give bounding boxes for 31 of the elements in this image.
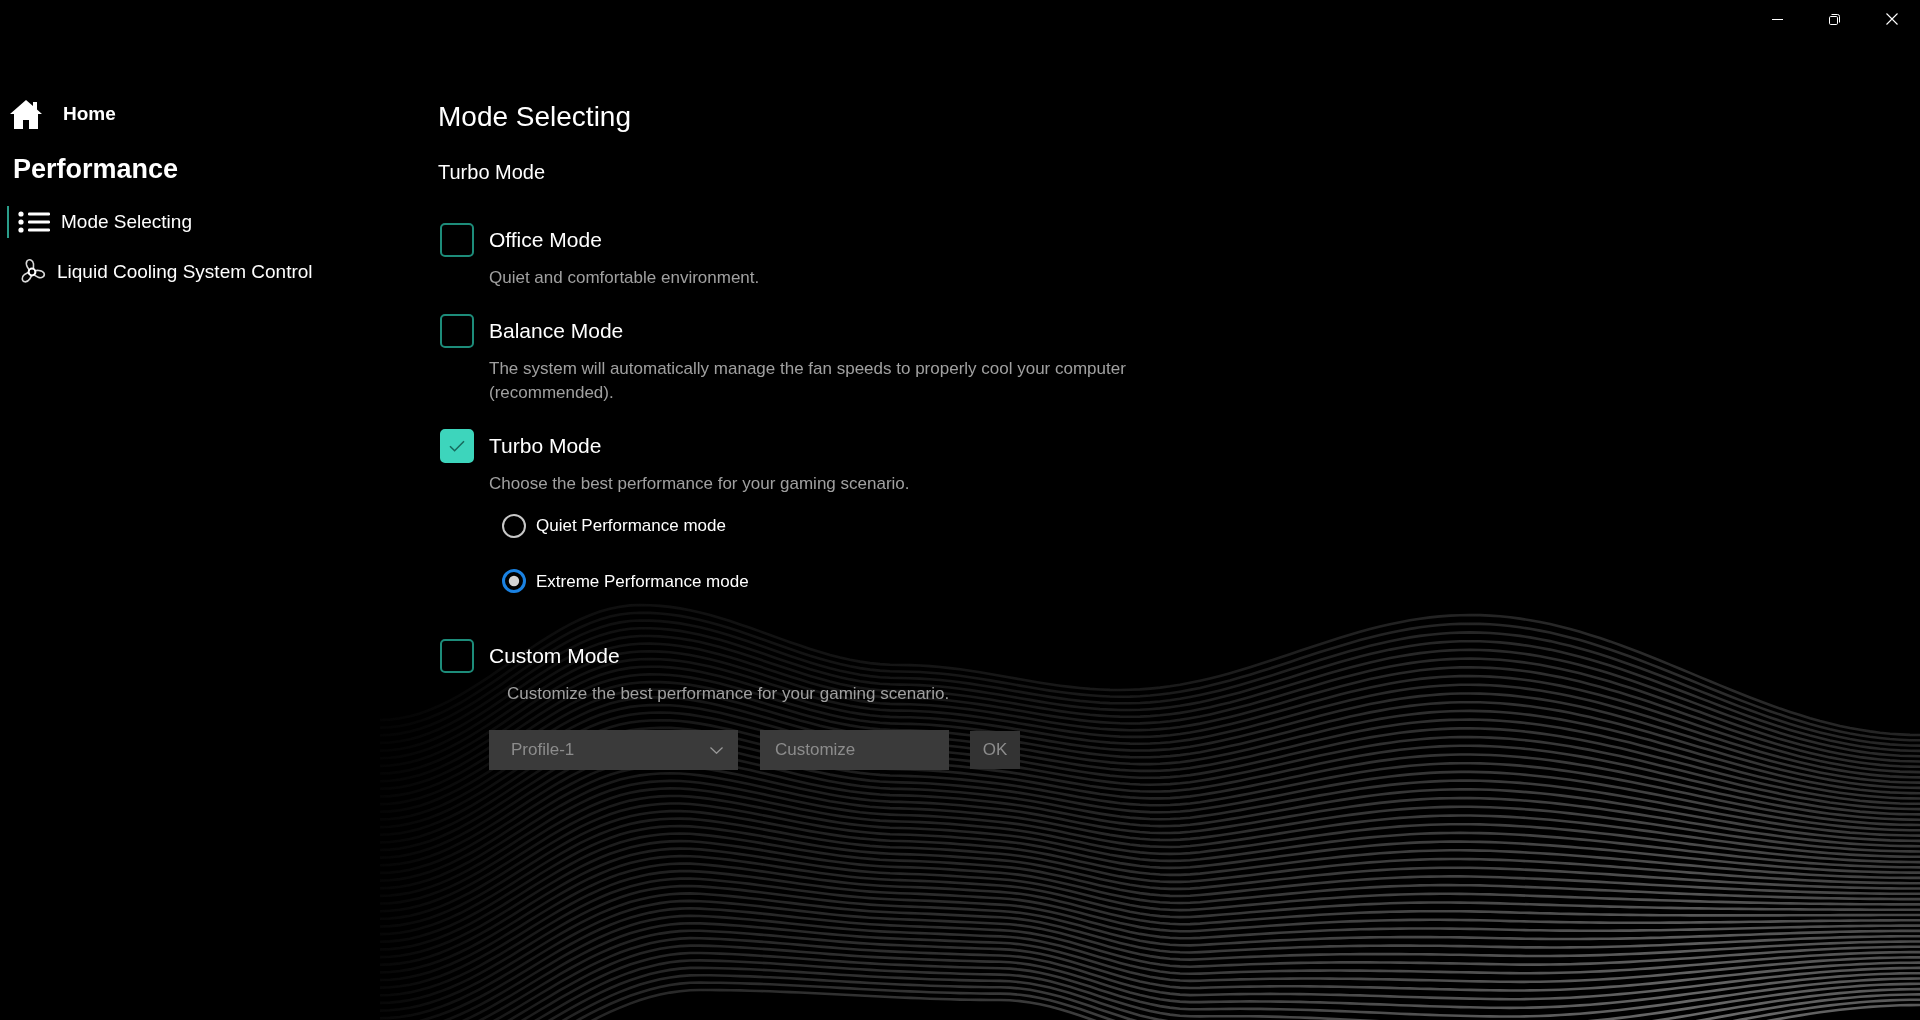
checkbox[interactable] xyxy=(440,314,474,348)
chevron-down-icon xyxy=(710,746,723,754)
mode-description: Choose the best performance for your gaming scenario. xyxy=(489,473,911,495)
checkbox-label: Balance Mode xyxy=(489,318,624,345)
home-icon xyxy=(9,99,43,129)
close-icon xyxy=(1885,13,1898,25)
mode-description: Customize the best performance for your gaming scenario. xyxy=(507,683,951,705)
restore-icon xyxy=(1829,13,1840,25)
radio-label: Extreme Performance mode xyxy=(536,570,749,593)
checkbox-label: Office Mode xyxy=(489,227,602,254)
sidebar-item[interactable]: Liquid Cooling System Control xyxy=(7,256,313,288)
sidebar-item[interactable]: Mode Selecting xyxy=(7,206,192,238)
checkbox-label: Turbo Mode xyxy=(489,433,602,460)
page-title: Mode Selecting xyxy=(438,100,632,134)
list-icon xyxy=(18,211,50,233)
checkbox[interactable] xyxy=(440,429,474,463)
checkbox[interactable] xyxy=(440,639,474,673)
mode-description: Quiet and comfortable environment. xyxy=(489,267,761,289)
customize-field[interactable]: Customize xyxy=(760,730,949,770)
checkbox-label: Custom Mode xyxy=(489,643,620,670)
minimize-icon xyxy=(1772,18,1783,20)
radio-button[interactable] xyxy=(502,569,526,594)
current-mode-label: Turbo Mode xyxy=(438,160,547,185)
radio-button[interactable] xyxy=(502,513,526,538)
radio-label: Quiet Performance mode xyxy=(536,515,726,537)
section-title: Performance xyxy=(13,153,179,186)
checkbox[interactable] xyxy=(440,223,474,257)
home-link[interactable]: Home xyxy=(9,99,116,129)
mode-description: The system will automatically manage the fan speeds to properly cool your computer (recommended). xyxy=(489,358,1127,404)
check-icon xyxy=(449,440,465,452)
ok-button[interactable]: OK xyxy=(970,731,1020,769)
